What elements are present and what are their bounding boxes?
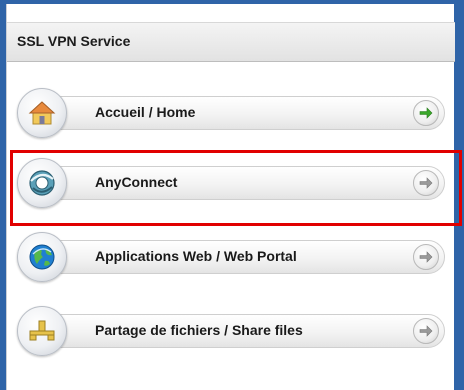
menu-item-share-files[interactable]: Partage de fichiers / Share files bbox=[15, 304, 449, 360]
home-icon bbox=[17, 88, 67, 138]
menu-item-label: Accueil / Home bbox=[95, 104, 196, 120]
vpn-service-panel: SSL VPN Service Accueil / Home AnyConnec… bbox=[6, 4, 455, 390]
menu-item-label: AnyConnect bbox=[95, 174, 178, 190]
menu-item-anyconnect[interactable]: AnyConnect bbox=[15, 156, 449, 212]
menu-item-label: Applications Web / Web Portal bbox=[95, 248, 297, 264]
menu-item-label: Partage de fichiers / Share files bbox=[95, 322, 303, 338]
panel-header: SSL VPN Service bbox=[7, 22, 455, 62]
globe-icon bbox=[17, 232, 67, 282]
arrow-right-icon[interactable] bbox=[413, 170, 439, 196]
arrow-right-icon[interactable] bbox=[413, 244, 439, 270]
panel-title: SSL VPN Service bbox=[17, 33, 131, 49]
network-share-icon bbox=[17, 306, 67, 356]
arrow-right-icon[interactable] bbox=[413, 318, 439, 344]
menu-item-web-portal[interactable]: Applications Web / Web Portal bbox=[15, 230, 449, 286]
anyconnect-icon bbox=[17, 158, 67, 208]
window-frame: SSL VPN Service Accueil / Home AnyConnec… bbox=[0, 0, 464, 390]
arrow-right-icon[interactable] bbox=[413, 100, 439, 126]
menu-item-home[interactable]: Accueil / Home bbox=[15, 86, 449, 142]
